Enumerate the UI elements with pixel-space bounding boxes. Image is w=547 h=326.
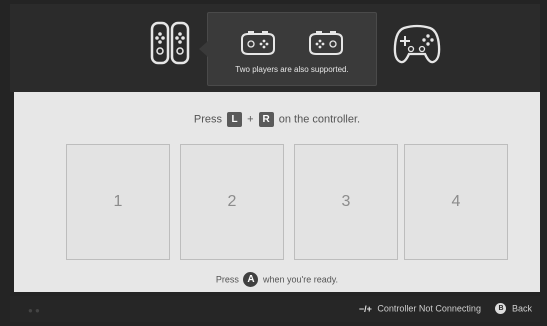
l-button-icon: L — [227, 112, 243, 127]
ready-rest: when you're ready. — [262, 274, 339, 285]
player-slot-1: 1 — [66, 144, 170, 260]
controller-not-connecting-button[interactable]: −/+ Controller Not Connecting — [358, 303, 484, 314]
player-slot-4: 4 — [404, 144, 508, 260]
tooltip-text: Two players are also supported. — [235, 65, 349, 74]
joycon-horizontal-icon — [241, 31, 275, 55]
r-button-icon: R — [258, 112, 274, 127]
not-connecting-label: Controller Not Connecting — [377, 303, 481, 314]
player-slots: 1 2 3 4 — [66, 144, 508, 260]
footer-indicator-icon: ● ● — [28, 306, 40, 315]
instruction-rest: on the controller. — [278, 113, 361, 126]
controller-pairing-screen: Two players are also supported. Press L … — [0, 0, 547, 326]
player-slot-2: 2 — [180, 144, 284, 260]
slot-number: 2 — [227, 193, 237, 210]
press-word: Press — [193, 113, 223, 126]
player-slot-3: 3 — [294, 144, 398, 260]
footer-actions: −/+ Controller Not Connecting B Back — [358, 303, 532, 315]
pairing-panel: Press L + R on the controller. 1 2 3 4 P… — [14, 92, 540, 292]
slot-number: 4 — [451, 193, 461, 210]
joycon-pair-icon — [150, 21, 190, 65]
press-lr-instruction: Press L + R on the controller. — [14, 112, 540, 127]
press-a-instruction: Press A when you're ready. — [14, 272, 540, 287]
controller-grip-bar: Two players are also supported. — [10, 4, 540, 92]
slot-number: 1 — [113, 193, 123, 210]
press-word: Press — [215, 274, 239, 285]
b-button-icon: B — [495, 303, 507, 315]
footer-bar: ● ● −/+ Controller Not Connecting B Back — [10, 296, 540, 322]
pro-controller-icon — [393, 24, 441, 64]
slot-number: 3 — [341, 193, 351, 210]
a-button-icon: A — [243, 272, 259, 287]
back-button[interactable]: B Back — [483, 303, 532, 315]
back-label: Back — [511, 303, 532, 314]
minus-plus-icon: −/+ — [358, 303, 372, 314]
plus-sign: + — [247, 113, 254, 126]
joycon-horizontal-icon — [309, 31, 343, 55]
two-players-tooltip: Two players are also supported. — [199, 12, 377, 86]
